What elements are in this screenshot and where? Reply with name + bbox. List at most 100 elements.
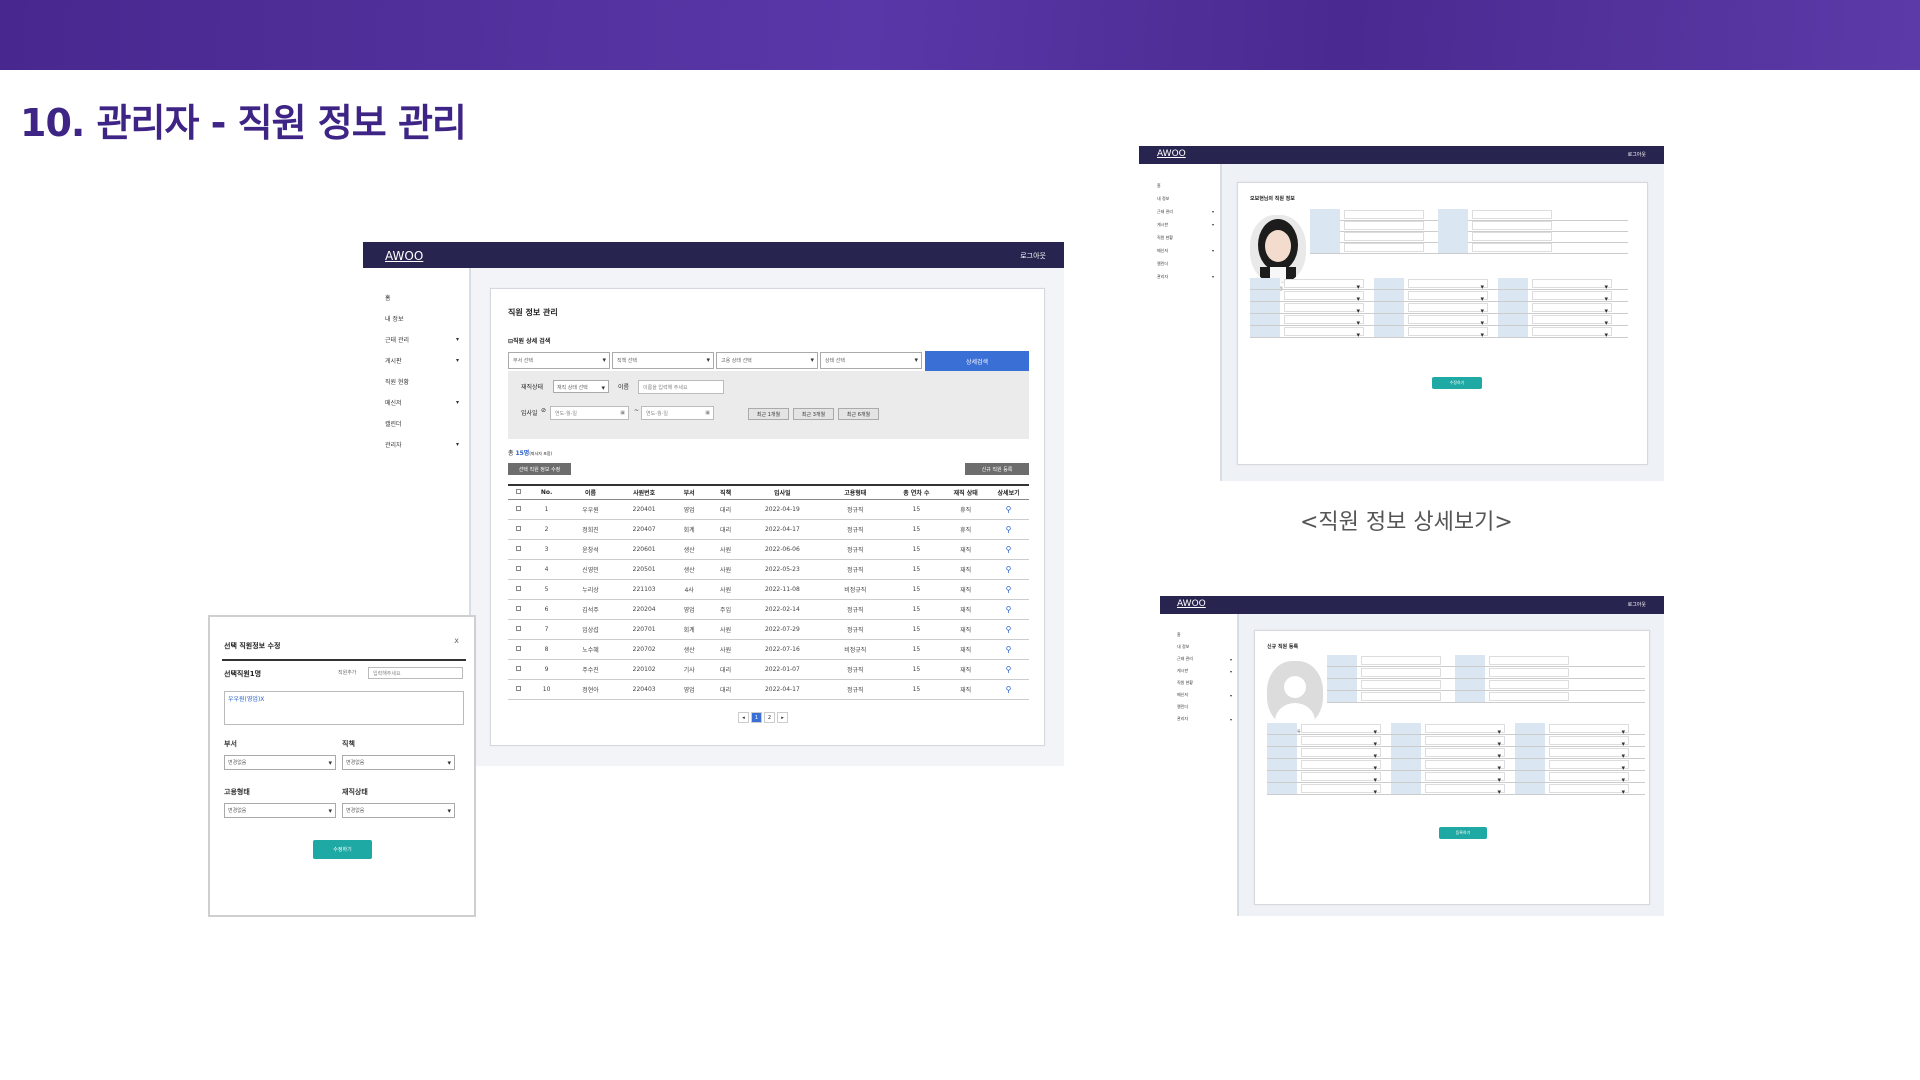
field-select[interactable] [1549, 772, 1629, 784]
nav-item[interactable]: 관리자 ▾ [1177, 713, 1232, 725]
detail-cell[interactable]: ⚲ [988, 639, 1029, 660]
field-input[interactable] [1361, 680, 1441, 689]
logout-link[interactable]: 로그아웃 [1020, 251, 1046, 261]
field-select[interactable] [1532, 315, 1612, 327]
logout-link[interactable]: 로그아웃 [1628, 151, 1646, 158]
nav-item[interactable]: 홈 [385, 287, 459, 308]
dept-select[interactable]: 변경없음 [224, 755, 336, 770]
detail-cell[interactable]: ⚲ [988, 619, 1029, 640]
filter-select[interactable]: 고용 상태 선택 [716, 352, 818, 369]
row-checkbox-cell[interactable] [508, 599, 530, 620]
field-select[interactable] [1301, 784, 1381, 796]
field-select[interactable] [1532, 279, 1612, 291]
employment-select[interactable]: 변경없음 [224, 803, 336, 818]
field-select[interactable] [1549, 760, 1629, 772]
filter-select[interactable]: 부서 선택 [508, 352, 610, 369]
nav-item[interactable]: 관리자 ▾ [1157, 270, 1214, 283]
field-input[interactable] [1361, 668, 1441, 677]
field-select[interactable] [1425, 748, 1505, 760]
status-select[interactable]: 변경없음 [342, 803, 455, 818]
field-input[interactable] [1344, 210, 1424, 219]
register-save-button[interactable]: 등록하기 [1439, 827, 1487, 839]
next-page-button[interactable]: ▸ [777, 712, 788, 723]
position-select[interactable]: 변경없음 [342, 755, 455, 770]
search-icon[interactable]: ⚲ [1006, 605, 1012, 614]
field-select[interactable] [1425, 772, 1505, 784]
search-icon[interactable]: ⚲ [1006, 545, 1012, 554]
row-checkbox-cell[interactable] [508, 659, 530, 680]
field-select[interactable] [1425, 724, 1505, 736]
field-select[interactable] [1301, 760, 1381, 772]
search-icon[interactable]: ⚲ [1006, 525, 1012, 534]
detail-cell[interactable]: ⚲ [988, 679, 1029, 700]
modal-submit-button[interactable]: 수정하기 [313, 840, 372, 859]
nav-item[interactable]: 홈 [1157, 179, 1214, 192]
field-select[interactable] [1549, 784, 1629, 796]
row-checkbox-cell[interactable] [508, 679, 530, 700]
row-checkbox-cell[interactable] [508, 579, 530, 600]
table-row[interactable]: 9 주수진 220102 기사 대리 2022-01-07 정규직 15 재직 ⚲ [508, 659, 1029, 680]
range-button[interactable]: 최근 3개월 [793, 408, 834, 420]
row-checkbox-cell[interactable] [508, 519, 530, 540]
filter-select[interactable]: 직책 선택 [612, 352, 714, 369]
table-row[interactable]: 8 노수혜 220702 생산 사원 2022-07-16 비정규직 15 재직 ⚲ [508, 639, 1029, 660]
nav-item[interactable]: 게시판 ▾ [385, 350, 459, 371]
nav-item[interactable]: 근태 관리 ▾ [385, 329, 459, 350]
hire-date-start[interactable]: 연도-월-일 ▣ [550, 406, 629, 420]
row-checkbox[interactable] [516, 605, 522, 611]
logo[interactable]: AWOO [385, 249, 423, 263]
field-select[interactable] [1284, 327, 1364, 339]
field-input[interactable] [1361, 692, 1441, 701]
field-select[interactable] [1425, 736, 1505, 748]
range-button[interactable]: 최근 1개월 [748, 408, 789, 420]
field-select[interactable] [1301, 724, 1381, 736]
search-toggle[interactable]: ⊟직원 상세 검색 [508, 336, 550, 345]
nav-item[interactable]: 캘린더 [1157, 257, 1214, 270]
search-icon[interactable]: ⚲ [1006, 625, 1012, 634]
row-checkbox-cell[interactable] [508, 639, 530, 660]
field-select[interactable] [1408, 327, 1488, 339]
table-row[interactable]: 2 정희진 220407 회계 대리 2022-04-17 정규직 15 휴직 ⚲ [508, 519, 1029, 540]
row-checkbox[interactable] [516, 625, 522, 631]
field-select[interactable] [1532, 291, 1612, 303]
nav-item[interactable]: 캘린더 [385, 413, 459, 434]
row-checkbox-cell[interactable] [508, 499, 530, 520]
logo[interactable]: AWOO [1157, 149, 1186, 159]
detail-cell[interactable]: ⚲ [988, 539, 1029, 560]
employee-search-input[interactable]: 입력해주세요 [368, 667, 463, 679]
field-select[interactable] [1425, 784, 1505, 796]
new-employee-button[interactable]: 신규 직원 등록 [965, 463, 1029, 475]
row-checkbox-cell[interactable] [508, 559, 530, 580]
row-checkbox-cell[interactable] [508, 539, 530, 560]
nav-item[interactable]: 직원 현황 [1157, 231, 1214, 244]
name-input[interactable]: 이름을 입력해 주세요 [638, 380, 724, 394]
row-checkbox[interactable] [516, 585, 522, 591]
row-checkbox-cell[interactable] [508, 619, 530, 640]
page-button[interactable]: 1 [751, 712, 762, 723]
nav-item[interactable]: 근태 관리 ▾ [1157, 205, 1214, 218]
field-select[interactable] [1408, 303, 1488, 315]
search-icon[interactable]: ⚲ [1006, 585, 1012, 594]
field-input[interactable] [1344, 232, 1424, 241]
field-select[interactable] [1408, 315, 1488, 327]
detail-save-button[interactable]: 수정하기 [1432, 377, 1482, 389]
nav-item[interactable]: 홈 [1177, 629, 1232, 641]
nav-item[interactable]: 관리자 ▾ [385, 434, 459, 455]
field-select[interactable] [1549, 736, 1629, 748]
field-select[interactable] [1408, 279, 1488, 291]
detail-search-button[interactable]: 상세검색 [925, 351, 1029, 371]
nav-item[interactable]: 내 정보 [1177, 641, 1232, 653]
field-select[interactable] [1284, 291, 1364, 303]
nav-item[interactable]: 근태 관리 ▾ [1177, 653, 1232, 665]
field-input[interactable] [1489, 668, 1569, 677]
detail-cell[interactable]: ⚲ [988, 499, 1029, 520]
select-all-checkbox[interactable] [516, 488, 522, 494]
detail-cell[interactable]: ⚲ [988, 559, 1029, 580]
field-select[interactable] [1284, 303, 1364, 315]
table-row[interactable]: 3 윤창석 220601 생산 사원 2022-06-06 정규직 15 재직 ⚲ [508, 539, 1029, 560]
table-row[interactable]: 1 우우원 220401 영업 대리 2022-04-19 정규직 15 휴직 ⚲ [508, 499, 1029, 520]
table-row[interactable]: 5 누리상 221103 4사 사원 2022-11-08 비정규직 15 재직 ⚲ [508, 579, 1029, 600]
row-checkbox[interactable] [516, 545, 522, 551]
search-icon[interactable]: ⚲ [1006, 565, 1012, 574]
row-checkbox[interactable] [516, 525, 522, 531]
